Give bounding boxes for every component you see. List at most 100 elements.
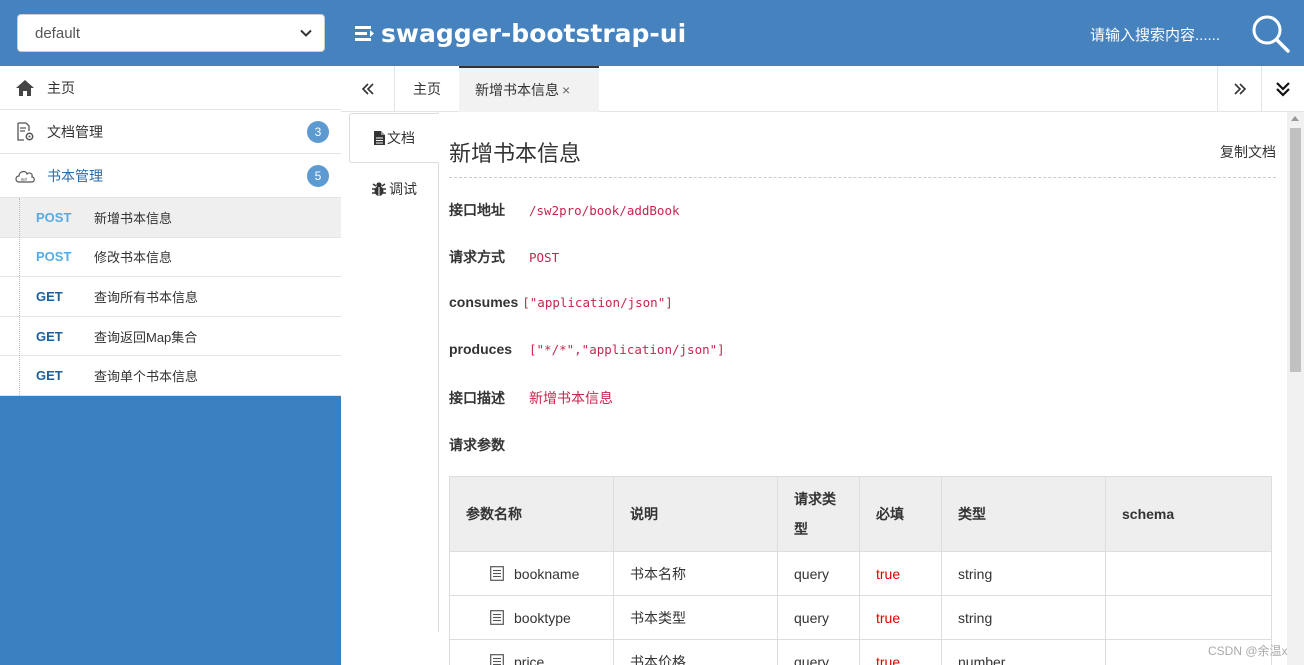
method-badge: POST	[36, 209, 72, 225]
column-header: 说明	[613, 476, 778, 552]
list-doc-icon	[490, 565, 504, 581]
divider	[449, 177, 1276, 178]
api-item-list-books[interactable]: GET 查询所有书本信息	[0, 277, 341, 317]
param-schema	[1105, 595, 1272, 640]
params-table: 参数名称 说明 请求类型 必填 类型 schema bookname 书本名称 …	[449, 476, 1272, 665]
brand-title: swagger-bootstrap-ui	[381, 18, 687, 48]
bug-icon	[372, 182, 386, 196]
tab-scroll-left-button[interactable]	[341, 66, 395, 112]
sidebar-item-label: 书本管理	[47, 167, 103, 184]
field-consumes: consumes ["application/json"]	[449, 294, 673, 310]
api-name: 查询单个书本信息	[94, 369, 199, 385]
scroll-thumb[interactable]	[1290, 128, 1301, 372]
scroll-up-arrow-icon[interactable]	[1291, 116, 1299, 121]
field-label: produces	[449, 341, 513, 357]
field-params: 请求参数	[449, 435, 529, 455]
param-name-cell: price	[449, 639, 614, 665]
tab-menu-button[interactable]	[1261, 66, 1304, 112]
search-input[interactable]: 请输入搜索内容......	[1090, 24, 1220, 45]
api-name: 查询所有书本信息	[94, 289, 199, 305]
param-name-cell: bookname	[449, 551, 614, 596]
sidebar-item-label: 文档管理	[47, 123, 103, 140]
doc-settings-icon	[14, 121, 36, 143]
double-chevron-right-icon	[1233, 83, 1246, 95]
search-icon[interactable]	[1250, 13, 1290, 53]
param-required: true	[859, 595, 942, 640]
list-doc-icon	[490, 653, 504, 665]
double-chevron-left-icon	[361, 83, 374, 95]
column-header: schema	[1105, 476, 1272, 552]
param-desc: 书本类型	[613, 595, 778, 640]
field-description: 接口描述 新增书本信息	[449, 388, 613, 408]
param-in: query	[777, 595, 860, 640]
cloud-icon: api	[14, 165, 36, 187]
section-label: 请求参数	[449, 437, 505, 453]
column-header: 请求类型	[777, 476, 860, 552]
double-chevron-down-icon	[1276, 82, 1290, 97]
field-value: /sw2pro/book/addBook	[529, 202, 680, 218]
method-badge: GET	[36, 328, 63, 344]
param-name: price	[514, 653, 545, 665]
param-required: true	[859, 639, 942, 665]
param-name: bookname	[514, 565, 580, 582]
group-select[interactable]: default	[17, 14, 325, 52]
api-item-get-book[interactable]: GET 查询单个书本信息	[0, 356, 341, 396]
count-badge: 3	[307, 121, 329, 143]
sidebar-item-doc-manage[interactable]: 文档管理 3	[0, 110, 341, 154]
tab-home[interactable]: 主页	[395, 66, 459, 112]
param-in: query	[777, 551, 860, 596]
field-value: ["*/*","application/json"]	[529, 341, 725, 357]
field-label: consumes	[449, 294, 519, 310]
param-type: string	[941, 551, 1106, 596]
field-label: 接口地址	[449, 202, 505, 218]
param-name: booktype	[514, 609, 571, 626]
sidebar-menu: 主页 文档管理 3 api 书本管理 5 POST 新增书本信息 POST 修改…	[0, 66, 341, 396]
content-scrollbar[interactable]	[1287, 112, 1304, 665]
api-list: POST 新增书本信息 POST 修改书本信息 GET 查询所有书本信息 GET…	[0, 198, 341, 396]
field-produces: produces ["*/*","application/json"]	[449, 341, 725, 357]
tab-scroll-right-button[interactable]	[1217, 66, 1261, 112]
tab-bar: 主页 新增书本信息 ×	[341, 66, 1304, 112]
sidebar-item-label: 主页	[47, 79, 75, 96]
param-desc: 书本名称	[613, 551, 778, 596]
home-icon	[14, 77, 36, 99]
file-icon	[374, 131, 385, 145]
sidebar-item-home[interactable]: 主页	[0, 66, 341, 110]
table-row: booktype 书本类型 query true string	[449, 595, 1272, 640]
sidebar-item-book-manage[interactable]: api 书本管理 5	[0, 154, 341, 198]
method-badge: POST	[36, 249, 72, 265]
doc-vertical-tabs: 文档 调试	[349, 112, 439, 632]
copy-doc-button[interactable]: 复制文档	[1220, 142, 1276, 162]
tab-label: 新增书本信息	[475, 82, 559, 98]
table-row: bookname 书本名称 query true string	[449, 551, 1272, 596]
tab-doc[interactable]: 文档	[349, 113, 439, 163]
api-item-map-books[interactable]: GET 查询返回Map集合	[0, 316, 341, 357]
menu-toggle-icon[interactable]	[355, 23, 375, 43]
chevron-down-icon	[300, 29, 312, 37]
list-doc-icon	[490, 609, 504, 625]
field-value: ["application/json"]	[522, 294, 673, 310]
param-name-cell: booktype	[449, 595, 614, 640]
param-desc: 书本价格	[613, 639, 778, 665]
api-name: 新增书本信息	[94, 210, 173, 226]
param-in: query	[777, 639, 860, 665]
watermark: CSDN @余温x	[1208, 644, 1288, 658]
field-method: 请求方式 POST	[449, 247, 559, 267]
field-label: 请求方式	[449, 249, 505, 265]
column-header: 类型	[941, 476, 1106, 552]
tab-debug[interactable]: 调试	[349, 164, 439, 214]
close-icon[interactable]: ×	[562, 82, 570, 98]
param-type: number	[941, 639, 1106, 665]
method-badge: GET	[36, 368, 63, 384]
table-header-row: 参数名称 说明 请求类型 必填 类型 schema	[449, 476, 1272, 552]
param-required: true	[859, 551, 942, 596]
api-item-add-book[interactable]: POST 新增书本信息	[0, 198, 341, 238]
group-select-value: default	[35, 24, 81, 42]
tab-add-book[interactable]: 新增书本信息 ×	[459, 66, 599, 112]
api-name: 修改书本信息	[94, 250, 173, 266]
api-item-update-book[interactable]: POST 修改书本信息	[0, 237, 341, 278]
count-badge: 5	[307, 165, 329, 187]
field-label: 接口描述	[449, 390, 505, 406]
method-badge: GET	[36, 288, 63, 304]
doc-content: 新增书本信息 复制文档 接口地址 /sw2pro/book/addBook 请求…	[449, 112, 1276, 665]
